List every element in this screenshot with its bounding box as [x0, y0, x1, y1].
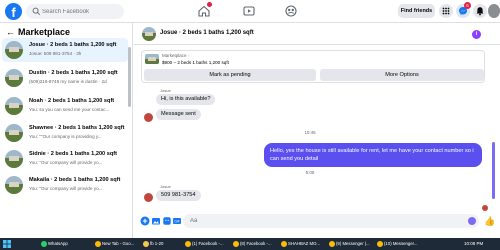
listing-thumbnail	[5, 150, 23, 168]
video-icon[interactable]	[242, 4, 256, 18]
contact-avatar[interactable]	[144, 113, 153, 122]
conversation-title: Shawnee · 2 beds 1 baths 1,200 sqft	[29, 125, 125, 131]
image-icon[interactable]	[151, 216, 161, 226]
taskbar-item-messenger-9[interactable]: (9) Messenger |...	[328, 239, 374, 249]
listing-description[interactable]: $900 – 2 beds 1 baths 1,200 sqft	[162, 60, 229, 65]
conversation-item[interactable]: Noah · 2 beds 1 baths 1,200 sqft You: so…	[2, 94, 128, 118]
taskbar-clock[interactable]: 10:08 PM	[464, 239, 483, 249]
whatsapp-icon	[41, 241, 47, 247]
conversation-preview: Josue: 509 981-3754 · 3h	[29, 51, 82, 56]
incoming-message: Hi, is this available?	[156, 94, 216, 105]
chrome-icon	[329, 241, 335, 247]
apps-grid-icon	[442, 7, 450, 15]
conversation-title: Noah · 2 beds 1 baths 1,200 sqft	[29, 98, 115, 104]
conversation-title: Makaila · 2 beds 1 baths 1,200 sqft	[29, 177, 121, 183]
conversation-header: Josue · 2 beds 1 baths 1,200 sqft i	[134, 23, 500, 45]
back-arrow-icon[interactable]: ←	[6, 28, 15, 37]
conversation-preview: You: "Our company will provide yo...	[29, 186, 103, 191]
plus-icon[interactable]	[140, 216, 150, 226]
listing-thumbnail	[5, 97, 23, 115]
contact-avatar[interactable]	[144, 193, 153, 202]
conversation-title: Sidnie · 2 beds 1 baths 1,200 sqft	[29, 151, 117, 157]
taskbar-item-facebook-1[interactable]: (1) Facebook -...	[184, 239, 230, 249]
conversation-item[interactable]: Dustin · 2 beds 1 baths 1,200 sqft (509)…	[2, 66, 128, 90]
home-notification-dot	[207, 2, 212, 7]
sender-name: Josue	[160, 88, 171, 93]
top-navigation-bar: f Find friends	[0, 0, 500, 23]
svg-text:GIF: GIF	[174, 220, 179, 224]
chrome-icon	[281, 241, 287, 247]
outgoing-message: Hello, yes the house is still available …	[264, 143, 482, 167]
gif-icon[interactable]: GIF	[172, 216, 182, 226]
sticker-icon[interactable]	[162, 216, 172, 226]
conversation-preview: (509)216-8748 my name is dustin · 2d	[29, 79, 107, 84]
sender-name: Josue	[160, 184, 171, 189]
mark-as-pending-button[interactable]: Mark as pending	[144, 69, 316, 81]
emoji-icon[interactable]	[468, 217, 476, 225]
taskbar-item-chrome[interactable]: New Tab - Goo...	[94, 239, 140, 249]
conversation-title[interactable]: Josue · 2 beds 1 baths 1,200 sqft	[160, 30, 254, 36]
more-options-button[interactable]: More Options	[320, 69, 484, 81]
facebook-logo[interactable]: f	[5, 3, 22, 20]
listing-thumbnail	[5, 124, 23, 142]
message-input[interactable]	[183, 214, 479, 228]
notifications-button[interactable]	[473, 4, 487, 18]
conversation-preview: You: so you can send me your contac...	[29, 107, 110, 112]
taskbar-item-explorer[interactable]: fb 1-20	[142, 239, 182, 249]
chrome-icon	[95, 241, 101, 247]
bell-icon	[476, 7, 484, 16]
notification-count-badge: 6	[464, 2, 471, 9]
groups-icon[interactable]	[284, 4, 298, 18]
incoming-message: Message sent	[156, 109, 201, 120]
conversation-preview: You: "Our company will provide yo...	[29, 160, 103, 165]
search-input[interactable]	[42, 6, 120, 17]
folder-icon	[143, 241, 149, 247]
thumbs-up-icon[interactable]: 👍	[484, 216, 495, 226]
taskbar-item-whatsapp[interactable]: WhatsApp	[40, 239, 92, 249]
search-icon	[32, 7, 41, 16]
info-icon[interactable]: i	[472, 30, 481, 39]
message-composer: GIF 👍	[134, 211, 500, 231]
listing-thumbnail	[5, 69, 23, 87]
windows-start-icon[interactable]	[3, 240, 11, 248]
page-title: Marketplace	[18, 27, 71, 37]
timestamp-separator: 10:45	[304, 130, 316, 135]
conversation-item[interactable]: Sidnie · 2 beds 1 baths 1,200 sqft You: …	[2, 147, 128, 171]
marketplace-inbox-panel: ← Marketplace Josue · 2 beds 1 baths 1,2…	[0, 23, 133, 238]
listing-card: Marketplace · $900 – 2 beds 1 baths 1,20…	[141, 50, 485, 83]
conversation-item[interactable]: Shawnee · 2 beds 1 baths 1,200 sqft You:…	[2, 121, 128, 145]
listing-thumbnail[interactable]	[142, 27, 156, 41]
find-friends-button[interactable]: Find friends	[398, 4, 435, 18]
taskbar-item-shahbaz[interactable]: SHAHBAZ MO...	[280, 239, 326, 249]
listing-thumbnail	[5, 176, 23, 194]
chrome-icon	[185, 241, 191, 247]
taskbar-item-facebook-2[interactable]: (8) Facebook -...	[232, 239, 278, 249]
conversation-item[interactable]: Makaila · 2 beds 1 baths 1,200 sqft You:…	[2, 173, 128, 197]
conversation-title: Josue · 2 beds 1 baths 1,200 sqft	[29, 42, 117, 48]
listing-thumbnail	[5, 41, 23, 59]
conversation-item[interactable]: Josue · 2 beds 1 baths 1,200 sqft Josue:…	[2, 38, 128, 62]
timestamp-separator: 5:05	[305, 170, 315, 175]
windows-taskbar: WhatsApp New Tab - Goo... fb 1-20 (1) Fa…	[0, 238, 500, 250]
inbox-scrollbar[interactable]	[128, 47, 131, 107]
conversation-title: Dustin · 2 beds 1 baths 1,200 sqft	[29, 70, 118, 76]
listing-thumbnail[interactable]	[145, 54, 159, 64]
chrome-icon	[377, 241, 383, 247]
conversation-panel: Josue · 2 beds 1 baths 1,200 sqft i Mark…	[134, 23, 500, 238]
search-box[interactable]	[26, 4, 124, 19]
listing-category: Marketplace ·	[162, 53, 190, 58]
taskbar-item-messenger-10[interactable]: (10) Messenger...	[376, 239, 422, 249]
conversation-scrollbar[interactable]	[492, 142, 495, 199]
chrome-icon	[233, 241, 239, 247]
incoming-message: 509 981-3754	[156, 190, 201, 201]
apps-menu-button[interactable]	[439, 4, 453, 18]
conversation-preview: You: ""Our company is providing y...	[29, 134, 102, 139]
profile-avatar[interactable]	[488, 4, 500, 18]
